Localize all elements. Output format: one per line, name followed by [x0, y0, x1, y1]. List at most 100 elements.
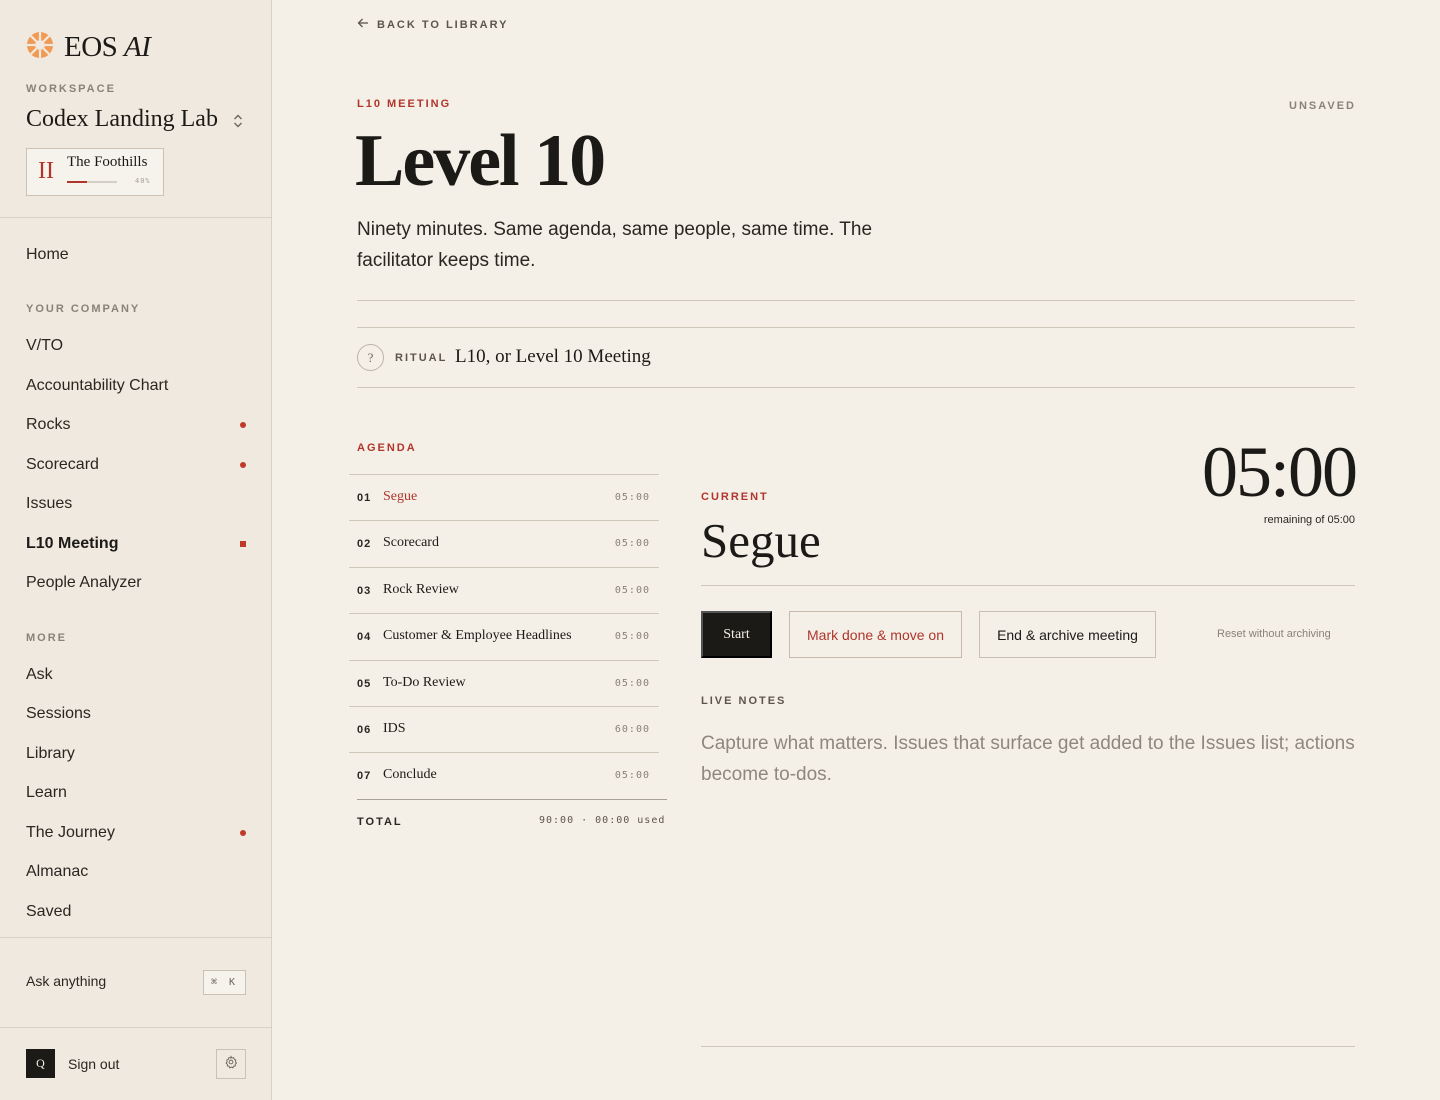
sidebar-item-rocks[interactable]: Rocks	[26, 416, 251, 434]
stage-numeral: II	[38, 158, 54, 184]
agenda-item-title: Rock Review	[383, 582, 459, 597]
agenda-item-todo-review[interactable]: 05 To-Do Review 05:00	[349, 660, 659, 706]
agenda-item-number: 03	[357, 585, 372, 597]
sidebar-item-sessions[interactable]: Sessions	[26, 705, 251, 723]
sidebar-divider	[0, 937, 271, 938]
settings-button[interactable]	[216, 1049, 246, 1079]
section-divider	[357, 327, 1355, 328]
agenda-item-time: 05:00	[614, 492, 650, 503]
agenda-item-title: Scorecard	[383, 535, 439, 550]
sidebar-item-library[interactable]: Library	[26, 745, 251, 763]
sidebar-item-l10-meeting[interactable]: L10 Meeting	[26, 535, 251, 553]
gear-icon	[224, 1054, 238, 1074]
sidebar-item-saved[interactable]: Saved	[26, 903, 251, 921]
agenda-item-time: 05:00	[614, 538, 650, 549]
agenda-item-time: 05:00	[614, 770, 650, 781]
sidebar-l10-active-marker	[240, 541, 246, 547]
arrow-left-icon	[357, 18, 377, 31]
agenda-item-time: 05:00	[614, 678, 650, 689]
agenda-item-number: 02	[357, 538, 372, 550]
live-notes-input[interactable]	[701, 728, 1355, 1028]
sidebar-item-ask[interactable]: Ask	[26, 666, 251, 684]
ask-anything-button[interactable]: Ask anything	[26, 973, 106, 989]
brand-name-text: EOS	[64, 31, 118, 63]
agenda-item-title: IDS	[383, 721, 406, 736]
workspace-name[interactable]: Codex Landing Lab	[26, 106, 218, 133]
end-archive-button[interactable]: End & archive meeting	[979, 611, 1156, 658]
agenda-item-title: Conclude	[383, 767, 437, 782]
stage-name: The Foothills	[67, 154, 148, 170]
agenda-label: AGENDA	[357, 442, 417, 454]
agenda-item-ids[interactable]: 06 IDS 60:00	[349, 706, 659, 752]
agenda-item-title: To-Do Review	[383, 675, 466, 690]
stage-progress-label: 40%	[135, 177, 151, 185]
agenda-item-time: 05:00	[614, 631, 650, 642]
agenda-total-value: 90:00 · 00:00 used	[539, 815, 666, 826]
sidebar-item-scorecard[interactable]: Scorecard	[26, 456, 251, 474]
agenda-item-rock-review[interactable]: 03 Rock Review 05:00	[349, 567, 659, 613]
agenda-item-headlines[interactable]: 04 Customer & Employee Headlines 05:00	[349, 613, 659, 659]
sidebar-item-issues[interactable]: Issues	[26, 495, 251, 513]
current-item-title: Segue	[701, 513, 821, 568]
page-description: Ninety minutes. Same agenda, same people…	[357, 219, 873, 271]
page-eyebrow: L10 MEETING	[357, 98, 452, 110]
notes-bottom-divider	[701, 1046, 1355, 1047]
agenda-item-title: Customer & Employee Headlines	[383, 628, 572, 643]
sidebar-item-almanac[interactable]: Almanac	[26, 863, 251, 881]
reset-without-archiving-link[interactable]: Reset without archiving	[1217, 628, 1331, 640]
sidebar: EOS AI WORKSPACE Codex Landing Lab II Th…	[0, 0, 272, 1100]
ritual-label: RITUAL	[395, 352, 448, 364]
ritual-text: L10, or Level 10 Meeting	[455, 346, 651, 367]
back-link-label: BACK TO LIBRARY	[377, 18, 509, 31]
back-to-library-link[interactable]: BACK TO LIBRARY	[357, 18, 508, 31]
sidebar-divider	[0, 217, 271, 218]
current-divider	[701, 585, 1355, 586]
page-title: Level 10	[355, 120, 606, 202]
agenda-item-number: 04	[357, 631, 372, 643]
brand-name-suffix: AI	[124, 31, 151, 63]
sidebar-item-the-journey[interactable]: The Journey	[26, 824, 251, 842]
sign-out-button[interactable]: Sign out	[68, 1056, 119, 1072]
start-button[interactable]: Start	[701, 611, 772, 658]
sidebar-item-accountability-chart[interactable]: Accountability Chart	[26, 377, 251, 395]
sidebar-item-home[interactable]: Home	[26, 246, 251, 264]
sidebar-item-people-analyzer[interactable]: People Analyzer	[26, 574, 251, 592]
agenda-total-divider	[357, 799, 667, 800]
sidebar-scorecard-status-dot	[240, 462, 246, 468]
agenda-item-conclude[interactable]: 07 Conclude 05:00	[349, 752, 659, 798]
sunburst-logo-icon	[26, 31, 54, 64]
section-divider	[357, 387, 1355, 388]
brand[interactable]: EOS AI	[26, 31, 151, 64]
agenda-item-time: 60:00	[614, 724, 650, 735]
agenda-item-title: Segue	[383, 489, 418, 504]
section-divider	[357, 300, 1355, 301]
agenda-item-scorecard[interactable]: 02 Scorecard 05:00	[349, 520, 659, 566]
agenda-item-number: 07	[357, 770, 372, 782]
stage-progress-fill	[67, 181, 87, 183]
sidebar-divider	[0, 1027, 271, 1028]
agenda-item-number: 01	[357, 492, 372, 504]
chevron-up-down-icon[interactable]	[231, 112, 245, 130]
sidebar-rocks-status-dot	[240, 422, 246, 428]
sidebar-section-your-company: YOUR COMPANY	[26, 303, 141, 315]
agenda-item-segue[interactable]: 01 Segue 05:00	[349, 474, 659, 520]
agenda-item-number: 05	[357, 678, 372, 690]
workspace-label: WORKSPACE	[26, 83, 116, 95]
avatar[interactable]: Q	[26, 1049, 55, 1078]
sidebar-journey-status-dot	[240, 830, 246, 836]
current-label: CURRENT	[701, 491, 769, 503]
sidebar-section-more: MORE	[26, 632, 67, 644]
journey-stage-card[interactable]: II The Foothills 40%	[26, 148, 164, 196]
mark-done-button[interactable]: Mark done & move on	[789, 611, 962, 658]
sidebar-item-vto[interactable]: V/TO	[26, 337, 251, 355]
agenda-item-time: 05:00	[614, 585, 650, 596]
brand-name: EOS AI	[64, 31, 151, 64]
timer-remaining-label: remaining of 05:00	[1263, 514, 1355, 526]
live-notes-label: LIVE NOTES	[701, 695, 787, 707]
stage-progress-track	[67, 181, 117, 183]
question-mark-icon[interactable]: ?	[357, 344, 384, 371]
command-k-shortcut: ⌘ K	[203, 970, 246, 995]
save-status-badge: UNSAVED	[1289, 100, 1356, 112]
countdown-timer: 05:00	[1201, 432, 1358, 512]
sidebar-item-learn[interactable]: Learn	[26, 784, 251, 802]
